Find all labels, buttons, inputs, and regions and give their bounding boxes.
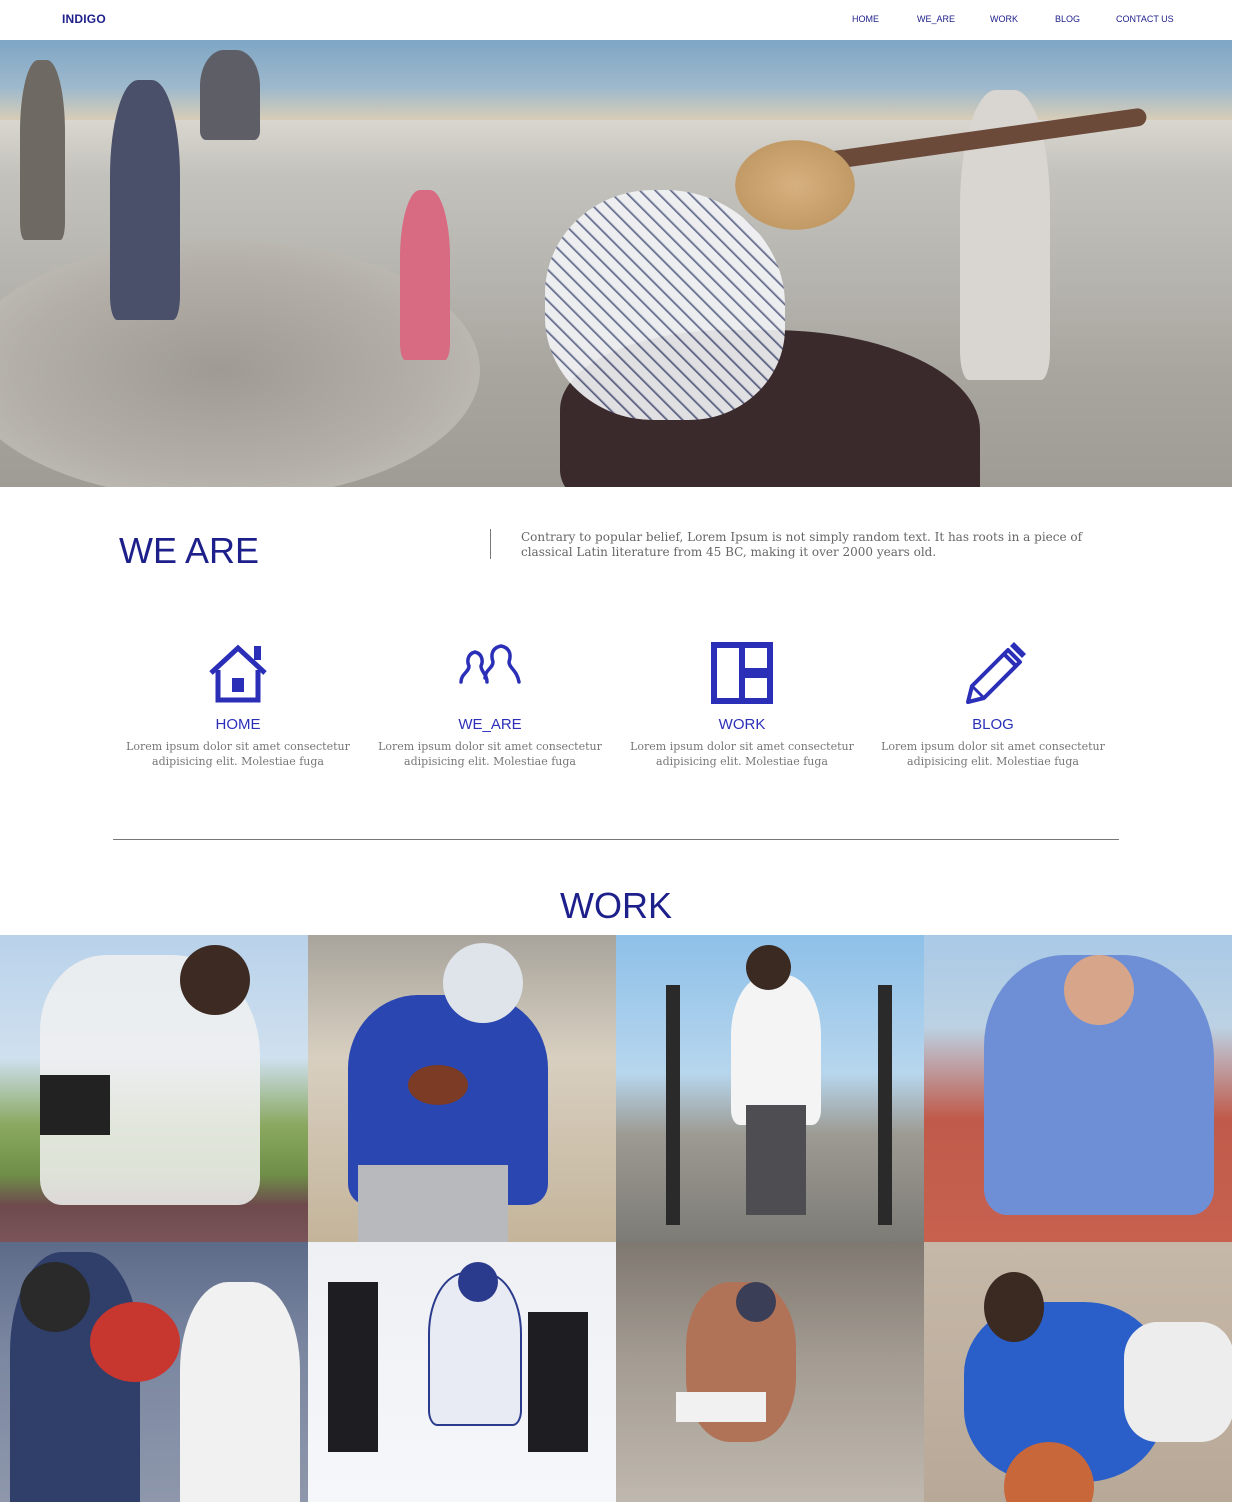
feature-desc: Lorem ipsum dolor sit amet consectetur a… [378, 740, 602, 768]
figure-shape [528, 1312, 588, 1452]
figure-shape [443, 943, 523, 1023]
feature-title: WE_ARE [458, 716, 522, 733]
home-icon [209, 644, 267, 703]
figure-shape [408, 1065, 468, 1105]
hero-person [20, 60, 65, 240]
users-icon [459, 644, 521, 684]
nav-link-contact[interactable]: CONTACT US [1116, 14, 1174, 24]
nav-link-home[interactable]: HOME [852, 14, 879, 24]
figure-shape [666, 985, 680, 1225]
hero-person [200, 50, 260, 140]
feature-home: HOME Lorem ipsum dolor sit amet consecte… [123, 640, 353, 769]
figure-shape [746, 945, 791, 990]
section-divider [113, 839, 1119, 840]
feature-blog: BLOG Lorem ipsum dolor sit amet consecte… [878, 640, 1108, 769]
brand-logo[interactable]: INDIGO [62, 12, 106, 26]
figure-shape [180, 945, 250, 1015]
nav-link-blog[interactable]: BLOG [1055, 14, 1080, 24]
figure-shape [358, 1165, 508, 1242]
we-are-heading: WE ARE [119, 530, 260, 571]
figure-shape [878, 985, 892, 1225]
feature-title: BLOG [972, 716, 1014, 733]
work-tile-basketball[interactable] [924, 1242, 1232, 1502]
figure-shape [180, 1282, 300, 1502]
we-are-divider [490, 529, 491, 559]
figure-shape [984, 1272, 1044, 1342]
work-heading: WORK [560, 885, 672, 926]
hero-skater-shirt [545, 190, 785, 420]
hero-person [400, 190, 450, 360]
work-tile-boxing[interactable] [0, 1242, 308, 1502]
work-gallery [0, 935, 1232, 1502]
feature-desc: Lorem ipsum dolor sit amet consectetur a… [881, 740, 1105, 768]
hero-skater-hat [735, 140, 855, 230]
figure-shape [40, 1075, 110, 1135]
figure-shape [328, 1282, 378, 1452]
figure-shape [746, 1105, 806, 1215]
figure-shape [1124, 1322, 1232, 1442]
pencil-icon [966, 642, 1026, 704]
figure-shape [90, 1302, 180, 1382]
feature-title: HOME [215, 716, 261, 733]
hero-background [0, 40, 1232, 120]
work-tile-hockey[interactable] [308, 1242, 616, 1502]
feature-we-are: WE_ARE Lorem ipsum dolor sit amet consec… [375, 640, 605, 769]
nav-link-work[interactable]: WORK [990, 14, 1018, 24]
work-tile-skateboard[interactable] [616, 1242, 924, 1502]
work-tile-track-start[interactable] [924, 935, 1232, 1242]
we-are-text: Contrary to popular belief, Lorem Ipsum … [521, 530, 1083, 559]
figure-shape [20, 1262, 90, 1332]
hero-image [0, 40, 1232, 487]
feature-work: WORK Lorem ipsum dolor sit amet consecte… [627, 640, 857, 769]
nav-link-we-are[interactable]: WE_ARE [917, 14, 955, 24]
top-nav: INDIGO HOME WE_ARE WORK BLOG CONTACT US [0, 0, 1245, 40]
feature-desc: Lorem ipsum dolor sit amet consectetur a… [630, 740, 854, 768]
figure-shape [458, 1262, 498, 1302]
hero-person [110, 80, 180, 320]
work-tile-sled-push[interactable] [616, 935, 924, 1242]
figure-shape [676, 1392, 766, 1422]
work-tile-football[interactable] [308, 935, 616, 1242]
figure-shape [1064, 955, 1134, 1025]
work-tile-sprinter[interactable] [0, 935, 308, 1242]
layout-icon [711, 642, 773, 704]
feature-title: WORK [718, 716, 766, 733]
figure-shape [731, 975, 821, 1125]
figure-shape [736, 1282, 776, 1322]
feature-desc: Lorem ipsum dolor sit amet consectetur a… [126, 740, 350, 768]
